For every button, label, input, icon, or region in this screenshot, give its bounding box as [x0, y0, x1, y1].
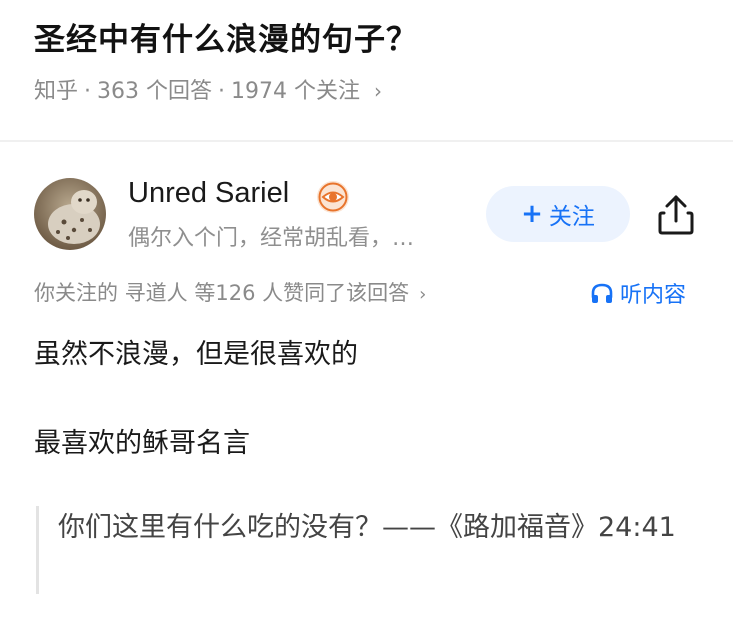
snow-leopard-avatar — [34, 178, 106, 250]
answer-paragraph: 最喜欢的稣哥名言 — [34, 428, 250, 459]
author-name[interactable]: Unred Sariel — [128, 177, 289, 210]
avatar[interactable] — [34, 178, 106, 250]
blockquote-text: 你们这里有什么吃的没有？——《路加福音》24:41 — [58, 512, 676, 543]
upvote-text: 你关注的 寻道人 等126 人赞同了该回答 — [34, 281, 410, 305]
upvote-summary[interactable]: 你关注的 寻道人 等126 人赞同了该回答 › — [34, 277, 426, 307]
follow-button[interactable]: + 关注 — [486, 186, 630, 242]
chevron-right-icon: › — [419, 284, 427, 305]
listen-label: 听内容 — [620, 283, 687, 308]
headphones-icon — [591, 283, 613, 303]
chevron-right-icon: › — [374, 79, 382, 103]
author-bio: 偶尔入个门，经常胡乱看，… — [128, 226, 415, 251]
blockquote-bar — [36, 506, 39, 594]
meta-separator: · — [218, 79, 226, 104]
section-divider — [0, 140, 733, 142]
question-meta[interactable]: 知乎 · 363 个回答 · 1974 个关注 › — [34, 73, 382, 105]
meta-separator: · — [84, 79, 92, 104]
answer-paragraph: 虽然不浪漫，但是很喜欢的 — [34, 339, 358, 370]
answers-count: 363 个回答 — [97, 79, 213, 104]
eye-badge-icon — [316, 180, 350, 214]
share-icon[interactable] — [656, 193, 696, 237]
question-title: 圣经中有什么浪漫的句子？ — [34, 22, 418, 58]
source-label: 知乎 — [34, 79, 79, 104]
listen-button[interactable]: 听内容 — [590, 277, 686, 309]
follow-label: 关注 — [548, 204, 595, 230]
followers-count: 1974 个关注 — [231, 79, 360, 104]
plus-icon: + — [521, 199, 543, 229]
